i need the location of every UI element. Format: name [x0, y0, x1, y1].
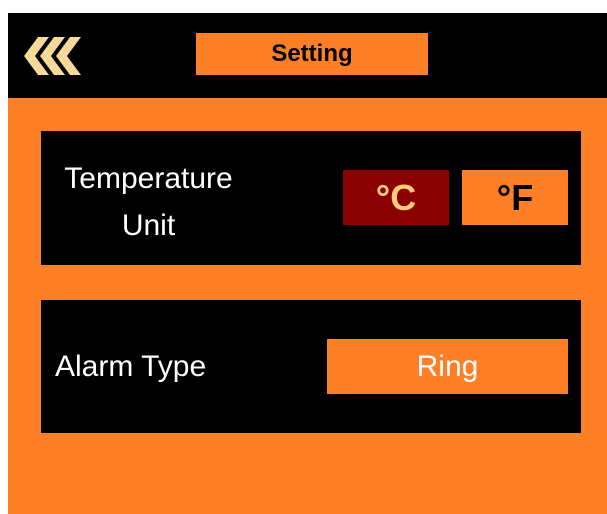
- temperature-unit-label: Temperature Unit: [41, 155, 256, 249]
- temperature-unit-label-line1: Temperature: [64, 162, 233, 195]
- settings-screen: Setting Temperature Unit °C °F Alarm Typ…: [8, 13, 607, 514]
- fahrenheit-button[interactable]: °F: [462, 170, 568, 225]
- back-button[interactable]: [24, 37, 84, 75]
- header-bar: Setting: [8, 13, 607, 98]
- alarm-type-label: Alarm Type: [55, 350, 207, 383]
- triple-chevron-left-icon: [24, 37, 81, 75]
- celsius-button[interactable]: °C: [343, 170, 449, 225]
- temperature-unit-panel: Temperature Unit °C °F: [41, 131, 581, 265]
- page-title: Setting: [196, 33, 428, 75]
- alarm-type-button[interactable]: Ring: [327, 339, 568, 394]
- temperature-unit-label-line2: Unit: [121, 209, 176, 242]
- alarm-type-panel: Alarm Type Ring: [41, 300, 581, 433]
